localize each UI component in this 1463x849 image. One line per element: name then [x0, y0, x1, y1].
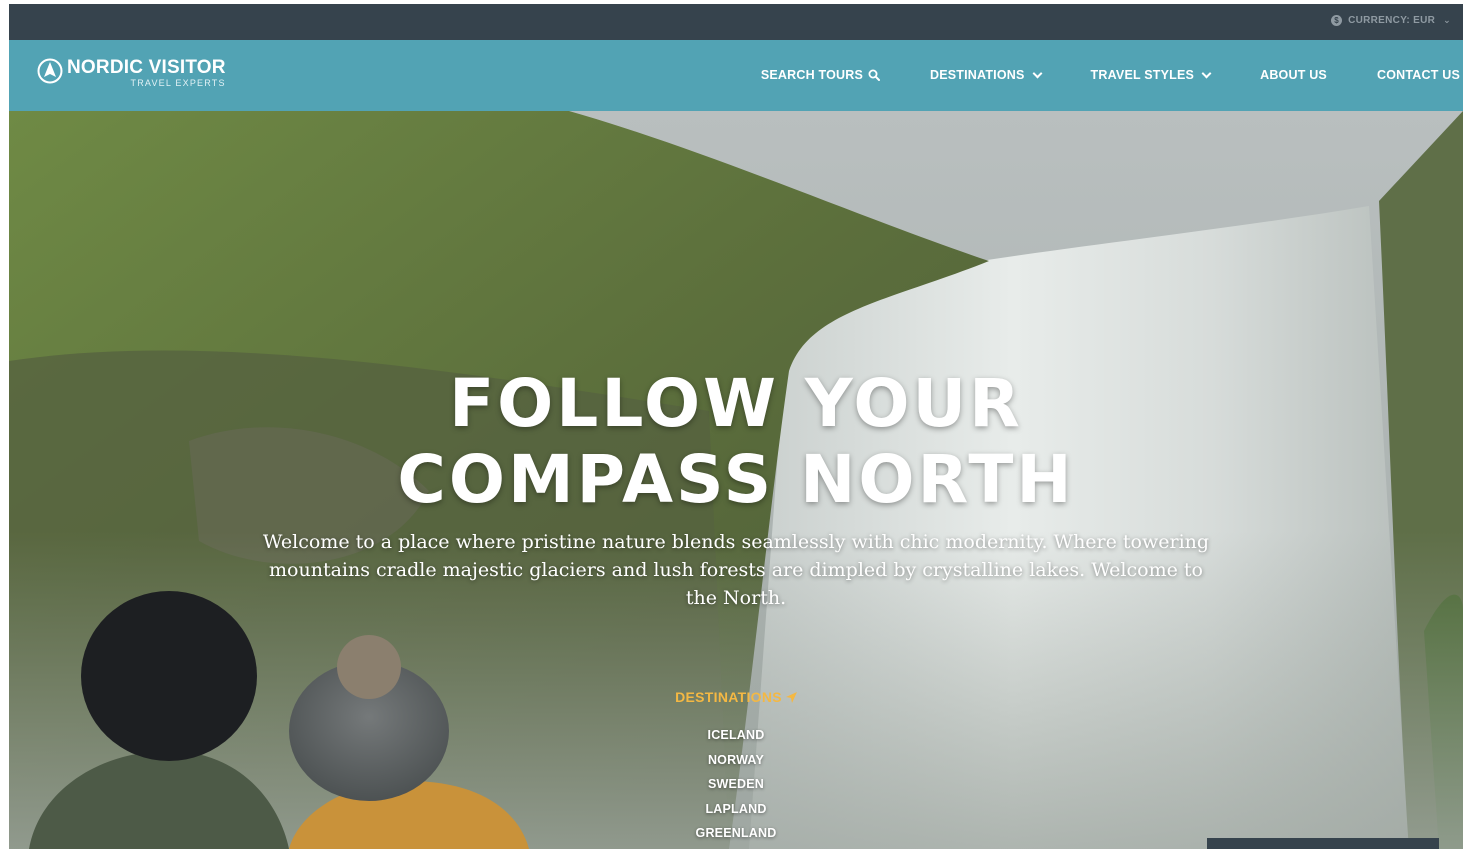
nav-destinations[interactable]: DESTINATIONS [930, 68, 1042, 82]
brand-tagline: TRAVEL EXPERTS [130, 78, 226, 88]
hero-section: FOLLOW YOUR COMPASS NORTH Welcome to a p… [9, 111, 1463, 849]
nav-travel-styles-label: TRAVEL STYLES [1090, 68, 1195, 82]
hero-headline-line2: COMPASS NORTH [397, 441, 1075, 518]
chevron-down-icon [1201, 68, 1212, 78]
main-navigation: NORDIC VISITOR TRAVEL EXPERTS SEARCH TOU… [9, 40, 1463, 111]
nav-contact-us-label: CONTACT US [1376, 68, 1460, 82]
destination-lapland[interactable]: LAPLAND [9, 797, 1463, 822]
destination-sweden[interactable]: SWEDEN [9, 772, 1463, 797]
hero-content: FOLLOW YOUR COMPASS NORTH Welcome to a p… [9, 366, 1463, 612]
nav-menu: SEARCH TOURS DESTINATIONS TRAVEL STYLES … [711, 68, 1460, 82]
currency-selector[interactable]: $ CURRENCY: EUR ⌄ [1331, 15, 1451, 26]
search-icon [868, 69, 880, 81]
nav-travel-styles[interactable]: TRAVEL STYLES [1090, 68, 1212, 82]
nav-about-us-label: ABOUT US [1260, 68, 1327, 82]
destinations-heading-link[interactable]: DESTINATIONS [675, 689, 797, 705]
destination-norway[interactable]: NORWAY [9, 748, 1463, 773]
location-arrow-icon [785, 691, 797, 703]
brand-text: NORDIC VISITOR TRAVEL EXPERTS [67, 57, 226, 89]
nav-contact-us[interactable]: CONTACT US [1377, 68, 1460, 82]
nav-about-us[interactable]: ABOUT US [1260, 68, 1327, 82]
chevron-down-icon [1032, 68, 1042, 78]
destination-iceland[interactable]: ICELAND [9, 723, 1463, 748]
page-frame: $ CURRENCY: EUR ⌄ NORDIC VISITOR TRAVEL … [9, 4, 1463, 849]
hero-tagline: Welcome to a place where pristine nature… [262, 531, 1210, 609]
nav-destinations-label: DESTINATIONS [930, 68, 1025, 82]
compass-icon [37, 58, 63, 84]
destinations-list: ICELAND NORWAY SWEDEN LAPLAND GREENLAND [9, 723, 1463, 846]
chevron-down-icon: ⌄ [1443, 15, 1451, 25]
brand-name: NORDIC VISITOR [67, 57, 226, 78]
hero-destinations: DESTINATIONS ICELAND NORWAY SWEDEN LAPLA… [9, 689, 1463, 846]
hero-headline-line1: FOLLOW YOUR [449, 365, 1023, 442]
coin-icon: $ [1331, 15, 1343, 26]
nav-search-tours[interactable]: SEARCH TOURS [761, 68, 880, 82]
top-utility-bar: $ CURRENCY: EUR ⌄ [9, 4, 1463, 40]
hero-headline: FOLLOW YOUR COMPASS NORTH [9, 366, 1463, 518]
bottom-right-panel-edge [1207, 838, 1439, 849]
currency-label: CURRENCY: EUR [1348, 15, 1436, 26]
nav-search-tours-label: SEARCH TOURS [760, 68, 863, 82]
destinations-heading: DESTINATIONS [675, 689, 782, 705]
brand-logo[interactable]: NORDIC VISITOR TRAVEL EXPERTS [37, 58, 226, 88]
